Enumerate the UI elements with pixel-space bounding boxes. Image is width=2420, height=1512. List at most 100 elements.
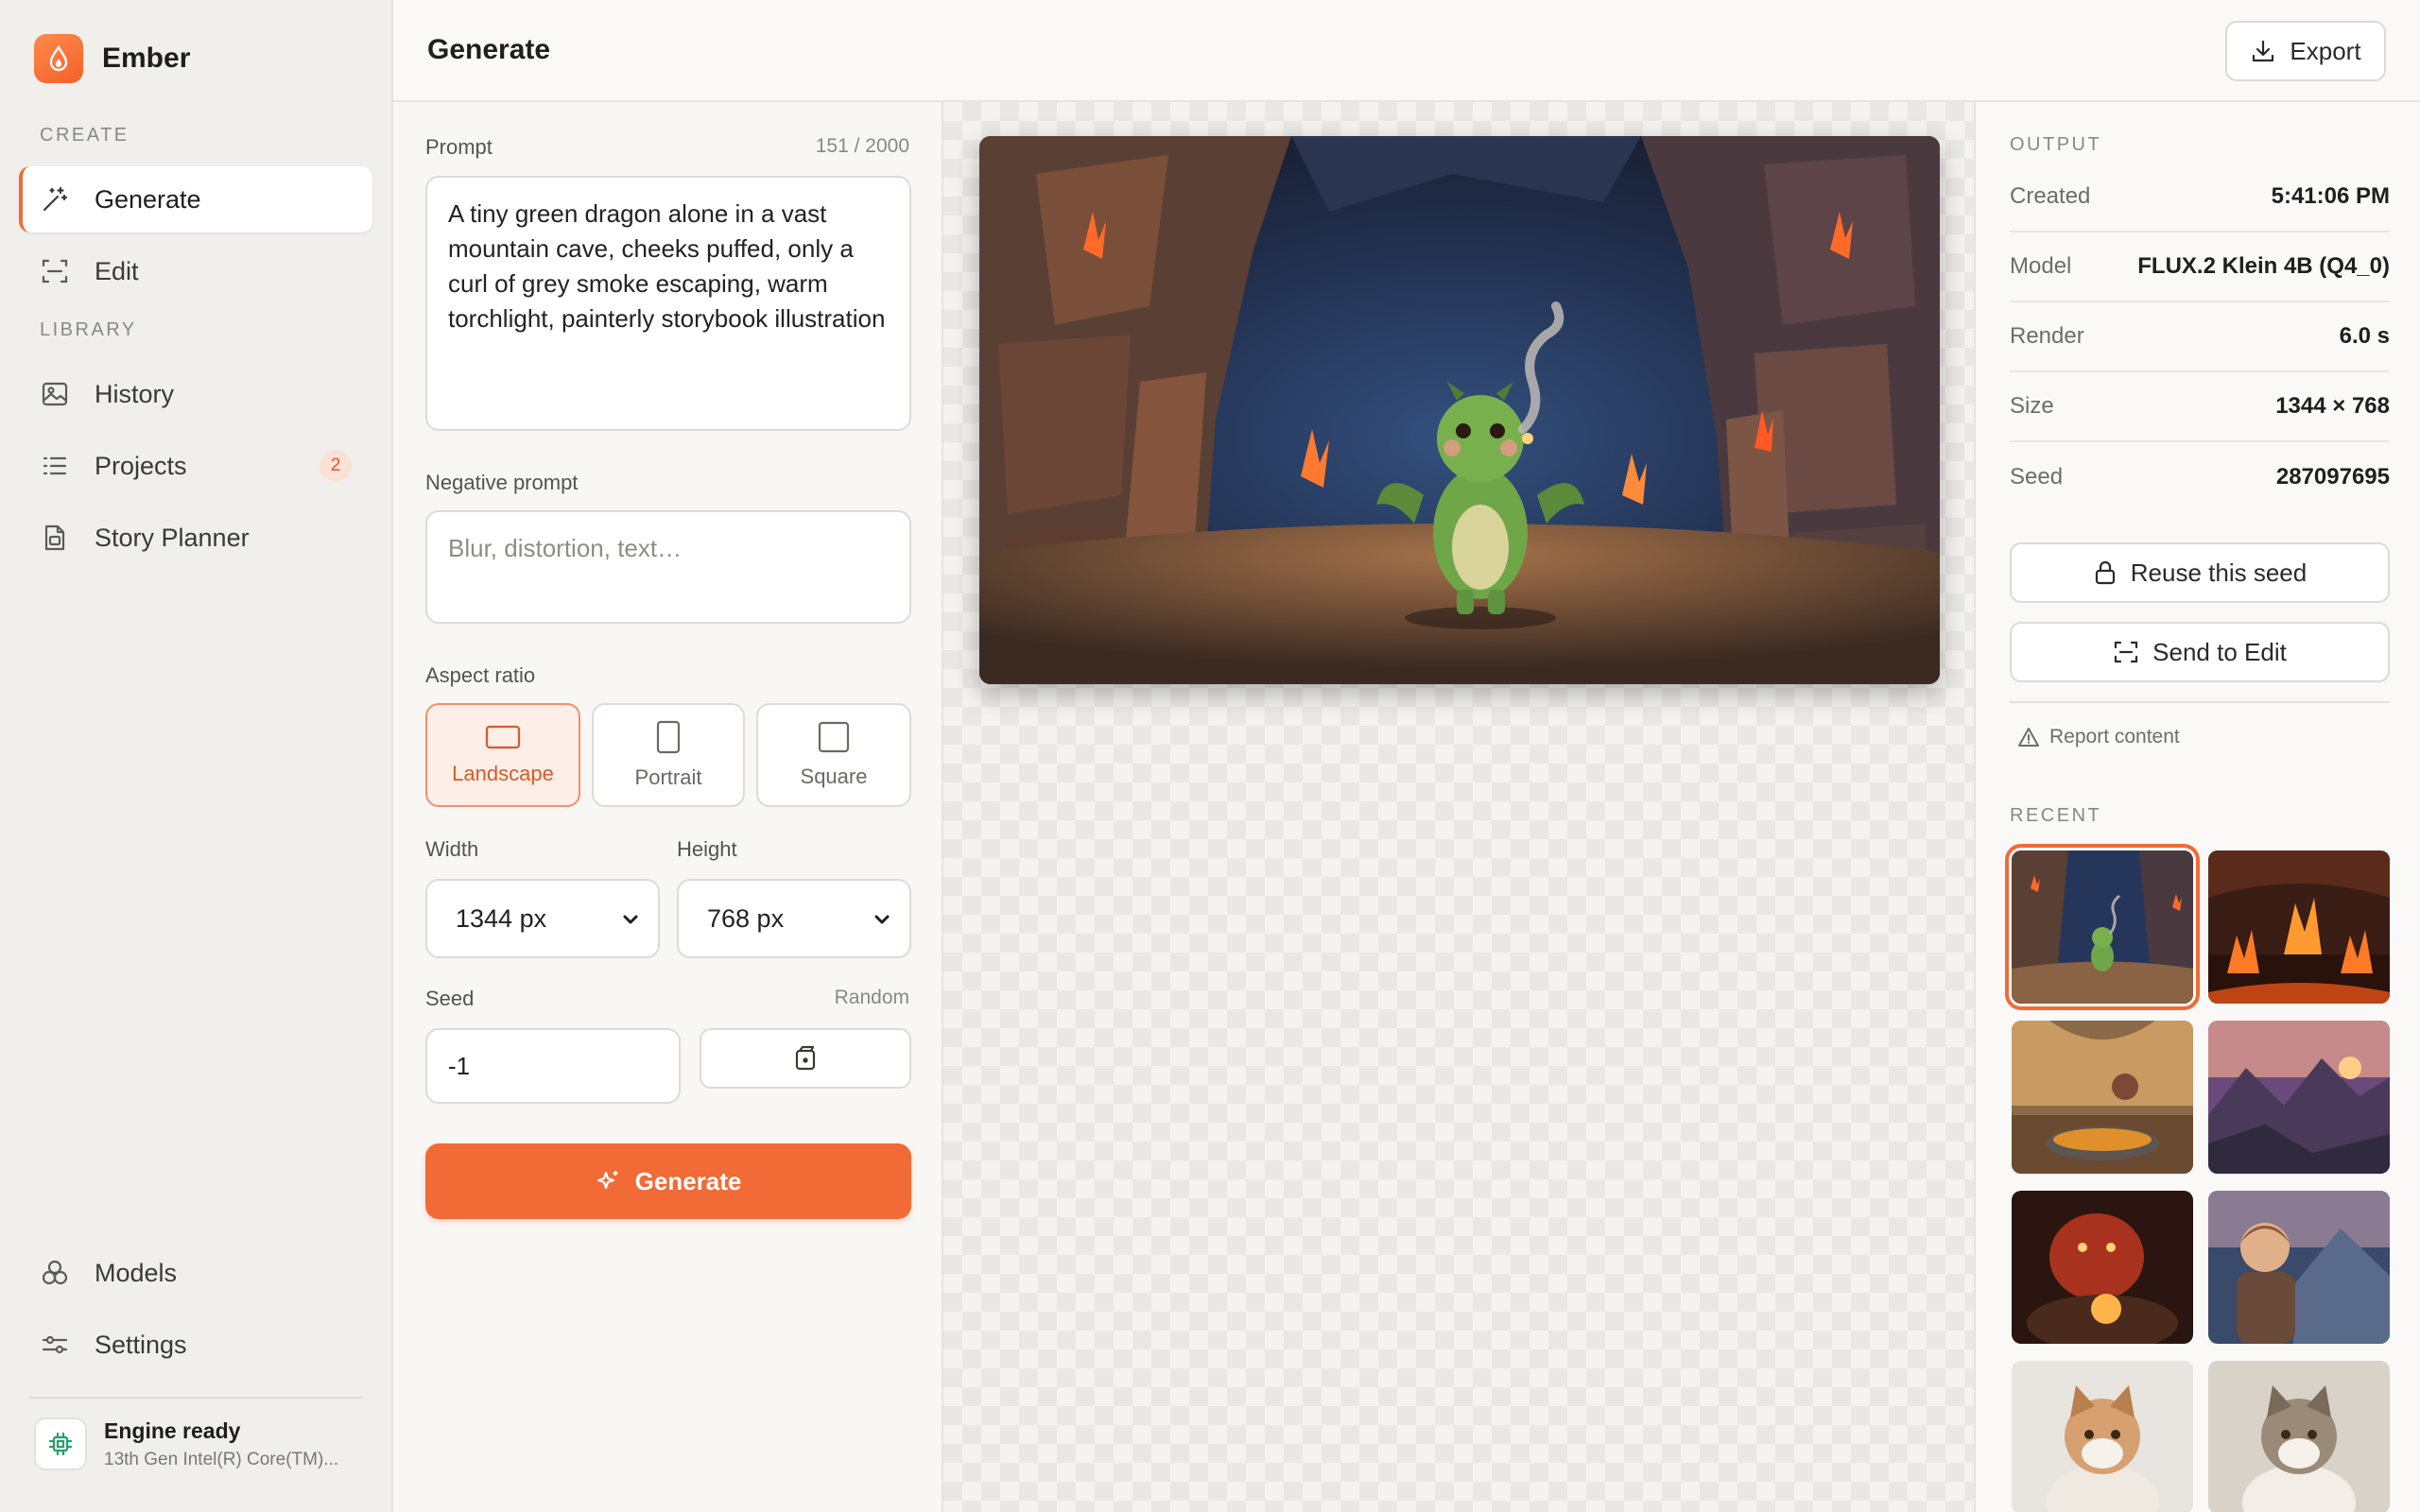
meta-key: Model <box>2010 253 2072 279</box>
recent-thumbnail[interactable] <box>2012 1361 2193 1512</box>
sidebar-item-label: Edit <box>95 256 139 285</box>
generation-form: Prompt 151 / 2000 A tiny green dragon al… <box>393 102 943 1512</box>
recent-image-boy-mountains <box>2208 1191 2390 1344</box>
sidebar: Ember CREATE Generate Edit LIBRARY Histo… <box>0 0 393 1512</box>
meta-key: Seed <box>2010 464 2064 490</box>
topbar: Generate Export <box>393 0 2420 102</box>
prompt-label: Prompt <box>425 135 493 159</box>
generate-label: Generate <box>634 1166 742 1195</box>
projects-count-badge: 2 <box>320 450 352 482</box>
flame-logo-icon <box>34 34 83 83</box>
sidebar-item-label: Models <box>95 1258 178 1287</box>
output-heading: OUTPUT <box>2010 134 2102 155</box>
generate-button[interactable]: Generate <box>425 1143 911 1219</box>
report-content-label: Report content <box>2049 726 2180 747</box>
cpu-chip-icon <box>34 1418 87 1470</box>
seed-mode-label: Random <box>834 987 909 1008</box>
meta-row-created: Created 5:41:06 PM <box>2010 163 2390 232</box>
meta-row-size: Size 1344 × 768 <box>2010 372 2390 442</box>
height-select[interactable]: 768 px <box>677 879 911 958</box>
recent-image-fire-cave <box>2208 850 2390 1004</box>
output-divider <box>2010 701 2390 703</box>
sidebar-item-label: Settings <box>95 1330 187 1359</box>
sidebar-item-generate[interactable]: Generate <box>19 166 372 232</box>
height-value: 768 px <box>707 903 785 933</box>
seed-input[interactable]: -1 <box>425 1028 681 1104</box>
engine-status[interactable]: Engine ready 13th Gen Intel(R) Core(TM).… <box>34 1418 338 1470</box>
sidebar-item-history[interactable]: History <box>19 361 372 427</box>
recent-thumbnail[interactable] <box>2012 1191 2193 1344</box>
landscape-shape-icon <box>485 725 521 749</box>
recent-thumbnail[interactable] <box>2208 1191 2390 1344</box>
recent-image-mountain-sunset <box>2208 1021 2390 1174</box>
height-label: Height <box>677 837 737 861</box>
sidebar-item-settings[interactable]: Settings <box>19 1312 372 1378</box>
seed-label: Seed <box>425 987 475 1010</box>
download-icon <box>2253 40 2274 62</box>
magic-wand-icon <box>43 186 68 212</box>
aspect-portrait-button[interactable]: Portrait <box>592 703 745 807</box>
recent-image-kitchen <box>2012 1021 2193 1174</box>
models-icon <box>42 1260 68 1285</box>
lock-icon <box>2095 560 2115 585</box>
prompt-char-count: 151 / 2000 <box>815 135 909 157</box>
preview-canvas <box>943 102 1974 1512</box>
sidebar-divider <box>28 1397 363 1399</box>
recent-thumbnail[interactable] <box>2005 844 2200 1010</box>
aspect-option-label: Landscape <box>452 762 554 785</box>
recent-thumbnail[interactable] <box>2208 1361 2390 1512</box>
aspect-ratio-label: Aspect ratio <box>425 663 536 687</box>
recent-thumbnail[interactable] <box>2208 1021 2390 1174</box>
dragon-cave-illustration <box>979 136 1940 684</box>
negative-prompt-label: Negative prompt <box>425 471 579 494</box>
engine-subtitle: 13th Gen Intel(R) Core(TM)... <box>104 1449 339 1469</box>
chevron-down-icon <box>874 915 890 924</box>
square-shape-icon <box>818 721 850 753</box>
aspect-square-button[interactable]: Square <box>756 703 911 807</box>
output-panel: OUTPUT Created 5:41:06 PM Model FLUX.2 K… <box>1974 102 2420 1512</box>
sidebar-item-label: Generate <box>95 184 201 214</box>
engine-title: Engine ready <box>104 1418 241 1443</box>
sidebar-item-label: Projects <box>95 451 187 480</box>
sidebar-item-edit[interactable]: Edit <box>19 238 372 304</box>
image-gallery-icon <box>42 382 68 406</box>
meta-key: Render <box>2010 323 2084 349</box>
export-button[interactable]: Export <box>2225 21 2386 81</box>
recent-image-cat <box>2012 1361 2193 1512</box>
meta-row-seed: Seed 287097695 <box>2010 442 2390 512</box>
sidebar-item-projects[interactable]: Projects 2 <box>19 433 372 499</box>
scan-frame-icon <box>42 259 68 284</box>
recent-image-red-dragon <box>2012 1191 2193 1344</box>
reuse-seed-button[interactable]: Reuse this seed <box>2010 542 2390 603</box>
report-content-link[interactable]: Report content <box>2017 726 2180 748</box>
sliders-icon <box>42 1335 68 1354</box>
meta-value: FLUX.2 Klein 4B (Q4_0) <box>2137 253 2390 279</box>
recent-thumbnail[interactable] <box>2208 850 2390 1004</box>
meta-key: Created <box>2010 183 2091 209</box>
recent-image-dragon-cave <box>2012 850 2193 1004</box>
aspect-option-label: Portrait <box>634 765 702 789</box>
send-to-edit-button[interactable]: Send to Edit <box>2010 622 2390 682</box>
portrait-shape-icon <box>656 720 681 754</box>
negative-prompt-textarea[interactable]: Blur, distortion, text… <box>425 510 911 624</box>
warning-triangle-icon <box>2018 728 2039 747</box>
meta-row-render: Render 6.0 s <box>2010 302 2390 372</box>
sparkle-icon <box>596 1171 618 1190</box>
width-select[interactable]: 1344 px <box>425 879 660 958</box>
send-to-edit-label: Send to Edit <box>2152 637 2287 666</box>
reuse-seed-label: Reuse this seed <box>2130 558 2308 587</box>
app-name: Ember <box>102 43 191 74</box>
page-title: Generate <box>427 34 551 65</box>
recent-thumbnail[interactable] <box>2012 1021 2193 1174</box>
width-value: 1344 px <box>456 903 547 933</box>
sidebar-item-models[interactable]: Models <box>19 1240 372 1306</box>
meta-value: 6.0 s <box>2339 323 2390 349</box>
aspect-landscape-button[interactable]: Landscape <box>425 703 580 807</box>
randomize-seed-button[interactable] <box>700 1028 911 1089</box>
brand[interactable]: Ember <box>34 34 190 83</box>
chevron-down-icon <box>623 915 638 924</box>
prompt-textarea[interactable]: A tiny green dragon alone in a vast moun… <box>425 176 911 431</box>
list-icon <box>43 456 67 475</box>
generated-image-preview[interactable] <box>979 136 1940 684</box>
sidebar-item-story-planner[interactable]: Story Planner <box>19 505 372 571</box>
